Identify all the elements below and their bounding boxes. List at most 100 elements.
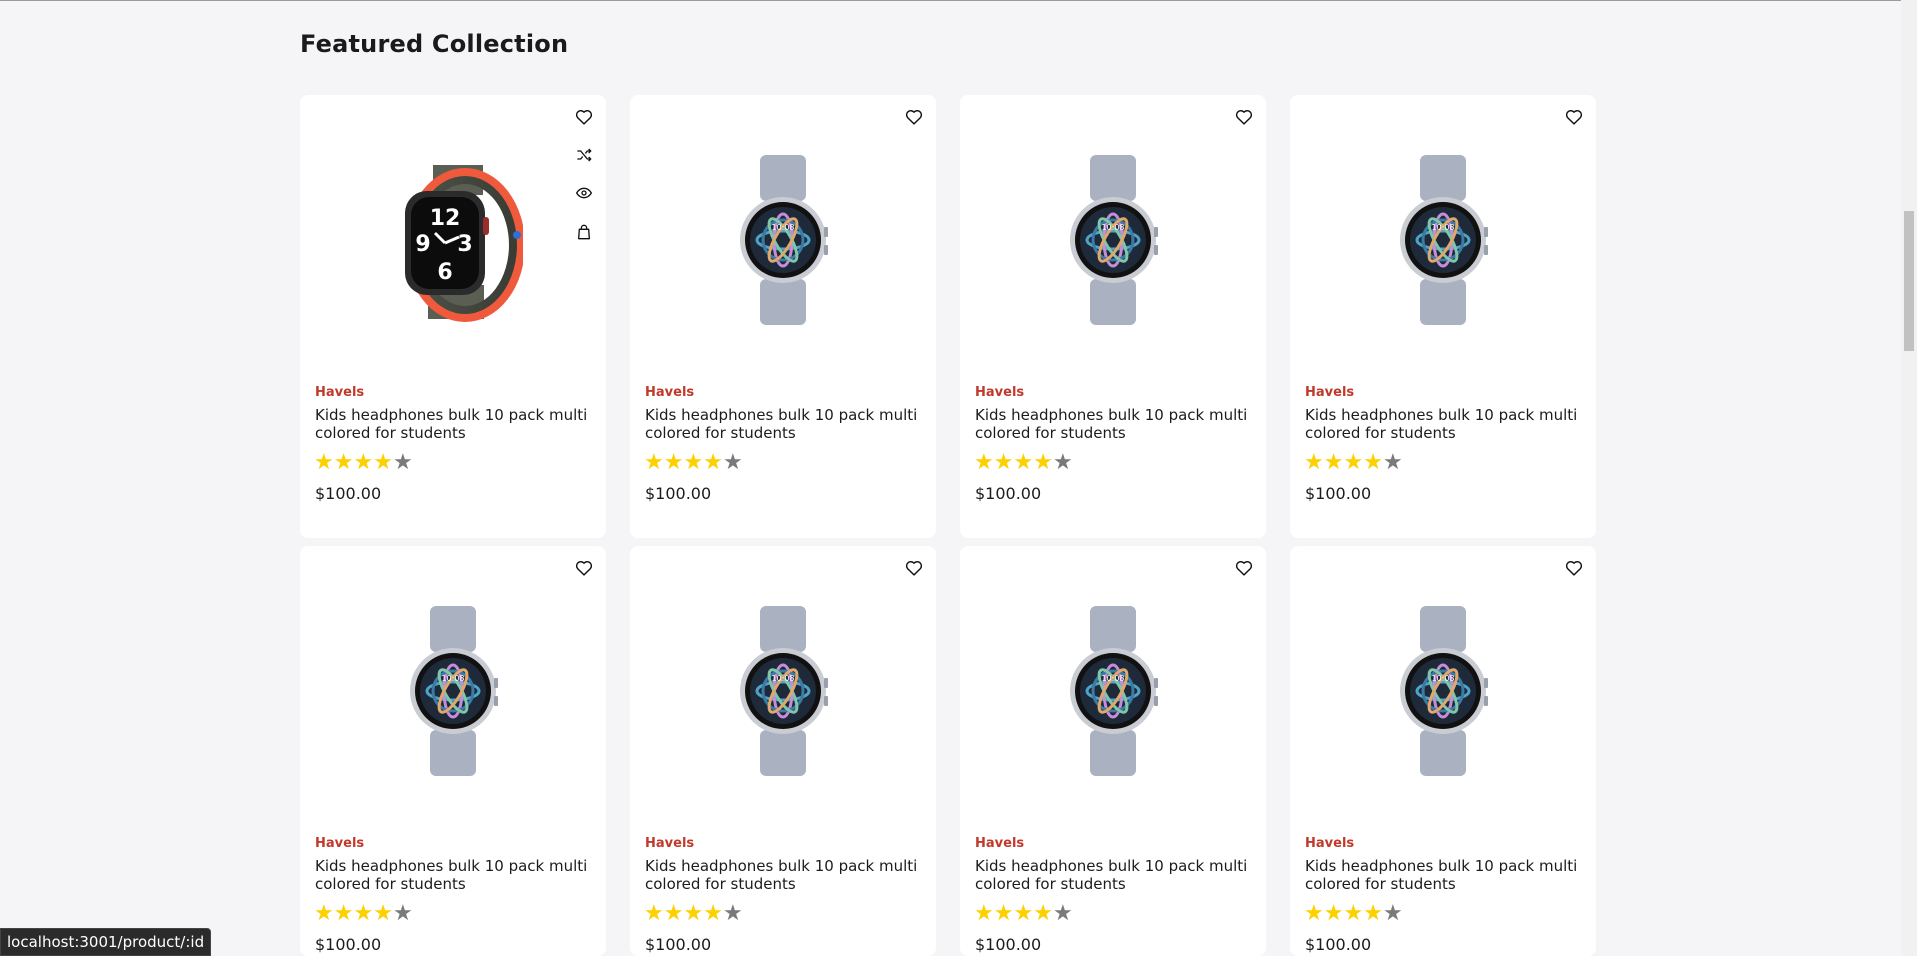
product-brand: Havels [1305, 836, 1355, 851]
star-icon: ★ [1323, 450, 1344, 475]
product-image[interactable]: 10:08 [300, 546, 606, 836]
star-icon: ★ [1363, 450, 1383, 475]
scrollbar-thumb[interactable] [1904, 211, 1914, 351]
star-rating: ★ ★ ★ ★ ★ [314, 452, 413, 474]
star-icon: ★ [1304, 901, 1324, 926]
star-icon: ★ [373, 450, 393, 475]
star-icon: ★ [1033, 901, 1053, 926]
star-icon: ★ [974, 450, 994, 475]
star-icon: ★ [392, 450, 413, 475]
wishlist-heart-icon[interactable] [1234, 107, 1254, 127]
wishlist-heart-icon[interactable] [904, 107, 924, 127]
product-brand: Havels [315, 836, 365, 851]
star-rating: ★ ★ ★ ★ ★ [974, 452, 1073, 474]
galaxy-watch-image: 10:08 [1400, 155, 1488, 325]
star-icon: ★ [683, 450, 704, 475]
product-image[interactable]: 10:08 [630, 95, 936, 385]
galaxy-watch-image: 10:08 [740, 606, 828, 776]
quick-view-eye-icon[interactable] [574, 183, 594, 203]
wishlist-heart-icon[interactable] [574, 558, 594, 578]
star-icon: ★ [1052, 901, 1073, 926]
star-icon: ★ [1304, 450, 1324, 475]
galaxy-watch-image: 10:08 [1070, 155, 1158, 325]
product-card[interactable]: 10:08 Havels Kids headphones bulk 10 pac… [300, 546, 606, 956]
svg-text:10:08: 10:08 [1101, 223, 1124, 232]
product-brand: Havels [645, 836, 695, 851]
star-icon: ★ [644, 450, 664, 475]
star-icon: ★ [353, 901, 374, 926]
svg-text:10:08: 10:08 [1431, 223, 1454, 232]
product-image[interactable]: 10:08 [1290, 546, 1596, 836]
star-icon: ★ [1382, 450, 1403, 475]
star-icon: ★ [722, 901, 743, 926]
star-icon: ★ [663, 450, 684, 475]
galaxy-watch-image: 10:08 [740, 155, 828, 325]
product-title[interactable]: Kids headphones bulk 10 pack multi color… [315, 857, 590, 893]
svg-text:10:08: 10:08 [1431, 674, 1454, 683]
product-image[interactable]: 12 9 3 6 [300, 95, 606, 385]
star-icon: ★ [314, 901, 334, 926]
svg-text:6: 6 [437, 260, 452, 285]
star-icon: ★ [333, 901, 354, 926]
product-image[interactable]: 10:08 [960, 95, 1266, 385]
add-to-cart-bag-icon[interactable] [574, 222, 594, 242]
star-rating: ★ ★ ★ ★ ★ [974, 903, 1073, 925]
svg-text:10:08: 10:08 [441, 674, 464, 683]
star-icon: ★ [1363, 901, 1383, 926]
star-icon: ★ [1343, 901, 1364, 926]
compare-shuffle-icon[interactable] [574, 145, 594, 165]
wishlist-heart-icon[interactable] [904, 558, 924, 578]
product-title[interactable]: Kids headphones bulk 10 pack multi color… [645, 406, 920, 442]
galaxy-watch-image: 10:08 [1400, 606, 1488, 776]
star-icon: ★ [1323, 901, 1344, 926]
product-card[interactable]: 10:08 Havels Kids headphones bulk 10 pac… [1290, 95, 1596, 538]
star-icon: ★ [373, 901, 393, 926]
product-title[interactable]: Kids headphones bulk 10 pack multi color… [1305, 406, 1580, 442]
star-rating: ★ ★ ★ ★ ★ [644, 452, 743, 474]
star-icon: ★ [993, 450, 1014, 475]
star-icon: ★ [993, 901, 1014, 926]
wishlist-heart-icon[interactable] [1564, 558, 1584, 578]
wishlist-heart-icon[interactable] [574, 107, 594, 127]
product-card[interactable]: 10:08 Havels Kids headphones bulk 10 pac… [960, 546, 1266, 956]
star-icon: ★ [1343, 450, 1364, 475]
svg-text:10:08: 10:08 [771, 674, 794, 683]
star-rating: ★ ★ ★ ★ ★ [1304, 452, 1403, 474]
star-icon: ★ [644, 901, 664, 926]
product-image[interactable]: 10:08 [960, 546, 1266, 836]
product-title[interactable]: Kids headphones bulk 10 pack multi color… [975, 406, 1250, 442]
product-image[interactable]: 10:08 [1290, 95, 1596, 385]
product-brand: Havels [1305, 385, 1355, 400]
product-card[interactable]: 10:08 Havels Kids headphones bulk 10 pac… [630, 546, 936, 956]
svg-text:12: 12 [430, 206, 461, 231]
galaxy-watch-image: 10:08 [410, 606, 498, 776]
product-brand: Havels [645, 385, 695, 400]
star-icon: ★ [392, 901, 413, 926]
wishlist-heart-icon[interactable] [1234, 558, 1254, 578]
svg-text:10:08: 10:08 [1101, 674, 1124, 683]
product-price: $100.00 [975, 935, 1042, 954]
star-rating: ★ ★ ★ ★ ★ [644, 903, 743, 925]
product-card[interactable]: 10:08 Havels Kids headphones bulk 10 pac… [1290, 546, 1596, 956]
product-title[interactable]: Kids headphones bulk 10 pack multi color… [1305, 857, 1580, 893]
product-title[interactable]: Kids headphones bulk 10 pack multi color… [975, 857, 1250, 893]
product-price: $100.00 [645, 935, 712, 954]
product-card[interactable]: 10:08 Havels Kids headphones bulk 10 pac… [630, 95, 936, 538]
page-scrollbar[interactable] [1901, 0, 1917, 956]
wishlist-heart-icon[interactable] [1564, 107, 1584, 127]
star-rating: ★ ★ ★ ★ ★ [314, 903, 413, 925]
product-card[interactable]: 12 9 3 6 Havels Kids headphones bulk 10 … [300, 95, 606, 538]
product-title[interactable]: Kids headphones bulk 10 pack multi color… [315, 406, 590, 442]
product-image[interactable]: 10:08 [630, 546, 936, 836]
star-icon: ★ [722, 450, 743, 475]
product-price: $100.00 [975, 484, 1042, 503]
product-price: $100.00 [645, 484, 712, 503]
product-title[interactable]: Kids headphones bulk 10 pack multi color… [645, 857, 920, 893]
section-title: Featured Collection [300, 30, 569, 58]
product-brand: Havels [975, 385, 1025, 400]
star-icon: ★ [1013, 901, 1034, 926]
product-brand: Havels [975, 836, 1025, 851]
product-card[interactable]: 10:08 Havels Kids headphones bulk 10 pac… [960, 95, 1266, 538]
star-icon: ★ [683, 901, 704, 926]
apple-watch-image: 12 9 3 6 [405, 165, 523, 322]
